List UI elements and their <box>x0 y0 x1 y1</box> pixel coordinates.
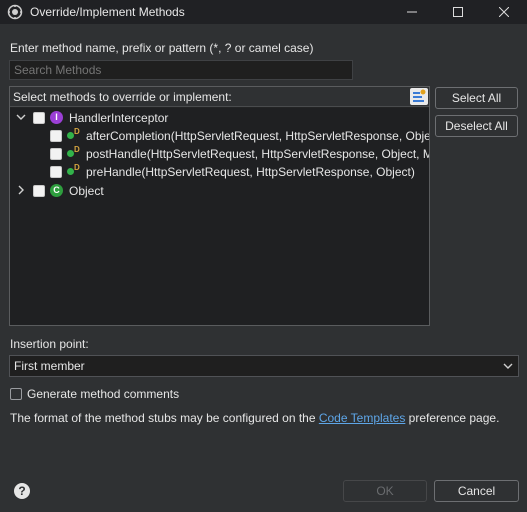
tree-node-label: Object <box>69 184 104 198</box>
search-input[interactable] <box>9 60 353 80</box>
cancel-button[interactable]: Cancel <box>434 480 519 502</box>
interface-icon: I <box>50 111 63 124</box>
generate-comments-checkbox[interactable] <box>10 388 22 400</box>
generate-comments-label: Generate method comments <box>27 387 180 401</box>
class-icon: C <box>50 184 63 197</box>
close-icon <box>499 7 509 17</box>
ok-button[interactable]: OK <box>343 480 427 502</box>
default-modifier-badge: D <box>74 163 80 172</box>
minimize-icon <box>407 11 417 13</box>
public-method-icon <box>67 168 74 175</box>
after-completion-checkbox[interactable] <box>50 130 62 142</box>
handler-interceptor-checkbox[interactable] <box>33 112 45 124</box>
info-text-before: The format of the method stubs may be co… <box>10 411 319 425</box>
chevron-down-icon[interactable] <box>16 112 26 122</box>
methods-panel-header: Select methods to override or implement: <box>10 87 429 107</box>
default-modifier-badge: D <box>74 127 80 136</box>
method-label: afterCompletion(HttpServletRequest, Http… <box>86 129 429 143</box>
default-modifier-badge: D <box>74 145 80 154</box>
info-text: The format of the method stubs may be co… <box>10 411 499 425</box>
help-icon: ? <box>18 484 26 498</box>
chevron-down-icon <box>503 363 513 369</box>
minimize-button[interactable] <box>389 0 435 24</box>
post-handle-checkbox[interactable] <box>50 148 62 160</box>
methods-panel: Select methods to override or implement:… <box>9 86 430 326</box>
insertion-point-select[interactable]: First member <box>9 355 519 377</box>
pre-handle-checkbox[interactable] <box>50 166 62 178</box>
methods-tree: I HandlerInterceptor D afterCompletion(H… <box>10 108 429 325</box>
window-title: Override/Implement Methods <box>30 5 185 19</box>
sort-button[interactable] <box>410 88 428 105</box>
code-templates-link[interactable]: Code Templates <box>319 411 406 425</box>
title-bar: Override/Implement Methods <box>0 0 527 24</box>
methods-panel-title: Select methods to override or implement: <box>13 90 232 104</box>
info-text-after: preference page. <box>405 411 500 425</box>
filter-label: Enter method name, prefix or pattern (*,… <box>10 41 314 55</box>
method-label: postHandle(HttpServletRequest, HttpServl… <box>86 147 429 161</box>
public-method-icon <box>67 132 74 139</box>
chevron-right-icon[interactable] <box>16 185 26 195</box>
method-label: preHandle(HttpServletRequest, HttpServle… <box>86 165 415 179</box>
public-method-icon <box>67 150 74 157</box>
close-button[interactable] <box>481 0 527 24</box>
insertion-point-value: First member <box>14 359 85 373</box>
tree-node-object[interactable]: C Object <box>10 182 429 200</box>
eclipse-app-icon <box>7 4 23 20</box>
tree-node-pre-handle[interactable]: D preHandle(HttpServletRequest, HttpServ… <box>10 163 429 181</box>
deselect-all-button[interactable]: Deselect All <box>435 115 518 137</box>
maximize-icon <box>453 7 463 17</box>
object-checkbox[interactable] <box>33 185 45 197</box>
tree-node-handler-interceptor[interactable]: I HandlerInterceptor <box>10 109 429 127</box>
help-button[interactable]: ? <box>14 483 30 499</box>
select-all-button[interactable]: Select All <box>435 87 518 109</box>
sort-icon <box>413 89 426 102</box>
tree-node-post-handle[interactable]: D postHandle(HttpServletRequest, HttpSer… <box>10 145 429 163</box>
tree-node-label: HandlerInterceptor <box>69 111 169 125</box>
maximize-button[interactable] <box>435 0 481 24</box>
tree-node-after-completion[interactable]: D afterCompletion(HttpServletRequest, Ht… <box>10 127 429 145</box>
insertion-point-label: Insertion point: <box>10 337 89 351</box>
